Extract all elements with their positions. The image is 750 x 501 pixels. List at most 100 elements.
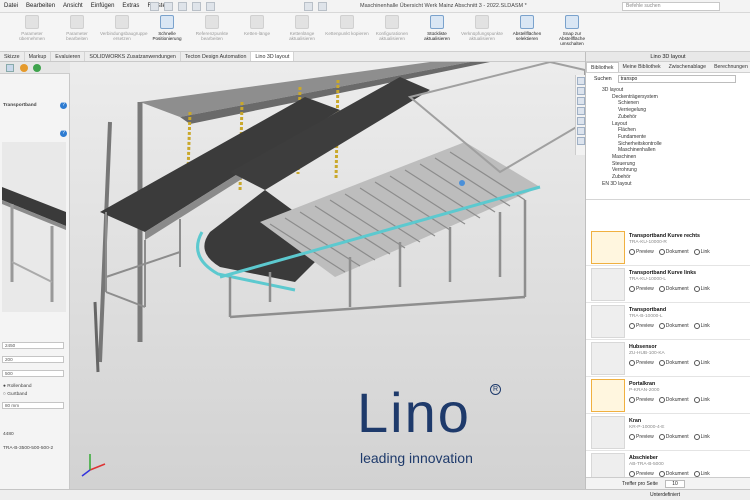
lino-3d-layout-icon[interactable] xyxy=(577,137,585,145)
result-card[interactable]: Hubsensor ZU-HUB-100-KA Preview Dokument Lin… xyxy=(586,340,750,377)
result-card[interactable]: Transportband Kurve links TRA-KU-10000-L P… xyxy=(586,266,750,303)
link-button[interactable]: Link xyxy=(693,360,710,366)
tree-node[interactable]: Schienen xyxy=(594,100,750,107)
ribbon-button-7[interactable]: Kettenpunkt kopieren xyxy=(325,15,369,36)
undo-icon[interactable] xyxy=(206,2,215,11)
link-button[interactable]: Link xyxy=(693,434,710,440)
tree-node[interactable]: Layout xyxy=(594,121,750,128)
preview-button[interactable]: Preview xyxy=(629,323,654,329)
ribbon-button-6[interactable]: Kettenlänge aktualisieren xyxy=(280,15,324,41)
tree-node[interactable]: Zubehör xyxy=(594,114,750,121)
ribbon-button-3[interactable]: Schnelle Positionierung xyxy=(145,15,189,41)
ribbon-button-1[interactable]: Parameter bearbeiten xyxy=(55,15,99,41)
link-button[interactable]: Link xyxy=(693,323,710,329)
menu-einfuegen[interactable]: Einfügen xyxy=(87,3,119,9)
belt-width-dropdown[interactable]: 80 mm xyxy=(2,402,64,409)
select-cursor-icon[interactable] xyxy=(304,2,313,11)
result-card[interactable]: Transportband TRA-B-10000-L Preview Dokumen… xyxy=(586,303,750,340)
home-icon[interactable] xyxy=(577,77,585,85)
tree-node[interactable]: EN 3D layout xyxy=(594,181,750,188)
library-search-input[interactable]: transpo xyxy=(617,75,736,83)
ribbon-button-11[interactable]: Abstellflächen selektieren xyxy=(505,15,549,41)
tree-node[interactable]: Verrohrung xyxy=(594,167,750,174)
custom-properties-icon[interactable] xyxy=(577,127,585,135)
result-card[interactable]: Abschieber AB-TRA-B-5000 Preview Dokument Li… xyxy=(586,451,750,477)
result-thumbnail[interactable] xyxy=(591,379,625,412)
menu-extras[interactable]: Extras xyxy=(118,3,143,9)
document-button[interactable]: Dokument xyxy=(658,360,689,366)
command-search-input[interactable]: Befehle suchen xyxy=(622,2,720,11)
ribbon-button-10[interactable]: Verknüpfungspunkte aktualisieren xyxy=(460,15,504,41)
result-thumbnail[interactable] xyxy=(591,268,625,301)
preview-button[interactable]: Preview xyxy=(629,434,654,440)
tree-node[interactable]: Sicherheitskontrolle xyxy=(594,141,750,148)
feature-tree-tab-icon[interactable] xyxy=(6,64,14,72)
3d-viewport[interactable]: Lino R leading innovation xyxy=(70,62,585,489)
tab-meine-bibliothek[interactable]: Meine Bibliothek xyxy=(619,62,665,72)
document-button[interactable]: Dokument xyxy=(658,397,689,403)
tree-node[interactable]: Maschinen xyxy=(594,154,750,161)
tree-node[interactable]: Maschinenhallen xyxy=(594,147,750,154)
save-icon[interactable] xyxy=(178,2,187,11)
rebuild-icon[interactable] xyxy=(318,2,327,11)
result-card[interactable]: Transportband Kurve rechts TRA-KU-10000-R… xyxy=(586,229,750,266)
length-field[interactable]: 2450 xyxy=(2,342,64,349)
document-button[interactable]: Dokument xyxy=(658,434,689,440)
tab-zwischenablage[interactable]: Zwischenablage xyxy=(665,62,711,72)
tree-node[interactable]: Zubehör xyxy=(594,174,750,181)
option-gurtband[interactable]: ○ Gurtband xyxy=(3,392,27,397)
view-palette-icon[interactable] xyxy=(577,107,585,115)
preview-button[interactable]: Preview xyxy=(629,397,654,403)
document-button[interactable]: Dokument xyxy=(658,286,689,292)
preview-button[interactable]: Preview xyxy=(629,360,654,366)
result-thumbnail[interactable] xyxy=(591,453,625,477)
tab-5[interactable]: Lino 3D layout xyxy=(251,52,295,61)
open-file-icon[interactable] xyxy=(164,2,173,11)
document-button[interactable]: Dokument xyxy=(658,323,689,329)
result-card[interactable]: Kran KR-P-10000-4-E Preview Dokument Link xyxy=(586,414,750,451)
document-button[interactable]: Dokument xyxy=(658,249,689,255)
tree-node[interactable]: Fundamente xyxy=(594,134,750,141)
appearance-tab-icon[interactable] xyxy=(20,64,28,72)
design-library-icon[interactable] xyxy=(577,87,585,95)
file-explorer-icon[interactable] xyxy=(577,97,585,105)
preview-button[interactable]: Preview xyxy=(629,286,654,292)
ribbon-button-8[interactable]: Konfigurationen aktualisieren xyxy=(370,15,414,41)
info-icon[interactable]: ? xyxy=(60,130,67,137)
height-field[interactable]: 500 xyxy=(2,370,64,377)
ribbon-button-9[interactable]: Stückliste aktualisieren xyxy=(415,15,459,41)
ribbon-button-2[interactable]: Verbindungsbaugruppe ersetzen xyxy=(100,15,148,41)
tab-berechnungen[interactable]: Berechnungen xyxy=(710,62,750,72)
tree-node[interactable]: Flächen xyxy=(594,127,750,134)
width-field[interactable]: 200 xyxy=(2,356,64,363)
result-thumbnail[interactable] xyxy=(591,416,625,449)
preview-button[interactable]: Preview xyxy=(629,249,654,255)
results-per-page-select[interactable]: 10 xyxy=(665,480,685,488)
option-rollenband[interactable]: ● Rollenband xyxy=(3,384,32,389)
tab-0[interactable]: Skizze xyxy=(0,52,25,61)
link-button[interactable]: Link xyxy=(693,286,710,292)
menu-datei[interactable]: Datei xyxy=(0,3,22,9)
help-icon[interactable]: ? xyxy=(60,102,67,109)
menu-ansicht[interactable]: Ansicht xyxy=(59,3,87,9)
tree-node[interactable]: Deckenträgersystem xyxy=(594,94,750,101)
print-icon[interactable] xyxy=(192,2,201,11)
tree-node[interactable]: Verriegelung xyxy=(594,107,750,114)
ribbon-button-5[interactable]: Ketten-länge xyxy=(235,15,279,36)
tab-3[interactable]: SOLIDWORKS Zusatzanwendungen xyxy=(85,52,181,61)
link-button[interactable]: Link xyxy=(693,397,710,403)
appearances-icon[interactable] xyxy=(577,117,585,125)
result-thumbnail[interactable] xyxy=(591,231,625,264)
tree-node[interactable]: Steuerung xyxy=(594,161,750,168)
new-file-icon[interactable] xyxy=(150,2,159,11)
ribbon-button-12[interactable]: Snap zur Abstellfläche umschalten xyxy=(550,15,594,46)
result-thumbnail[interactable] xyxy=(591,342,625,375)
tree-node[interactable]: 3D layout xyxy=(594,87,750,94)
tab-bibliothek[interactable]: Bibliothek xyxy=(586,62,619,72)
result-card[interactable]: Portalkran P-KRAN-2000 Preview Dokument Link xyxy=(586,377,750,414)
tab-2[interactable]: Evaluieren xyxy=(51,52,86,61)
result-thumbnail[interactable] xyxy=(591,305,625,338)
config-tab-icon[interactable] xyxy=(33,64,41,72)
ribbon-button-4[interactable]: Referenzpunkte bearbeiten xyxy=(190,15,234,41)
link-button[interactable]: Link xyxy=(693,249,710,255)
